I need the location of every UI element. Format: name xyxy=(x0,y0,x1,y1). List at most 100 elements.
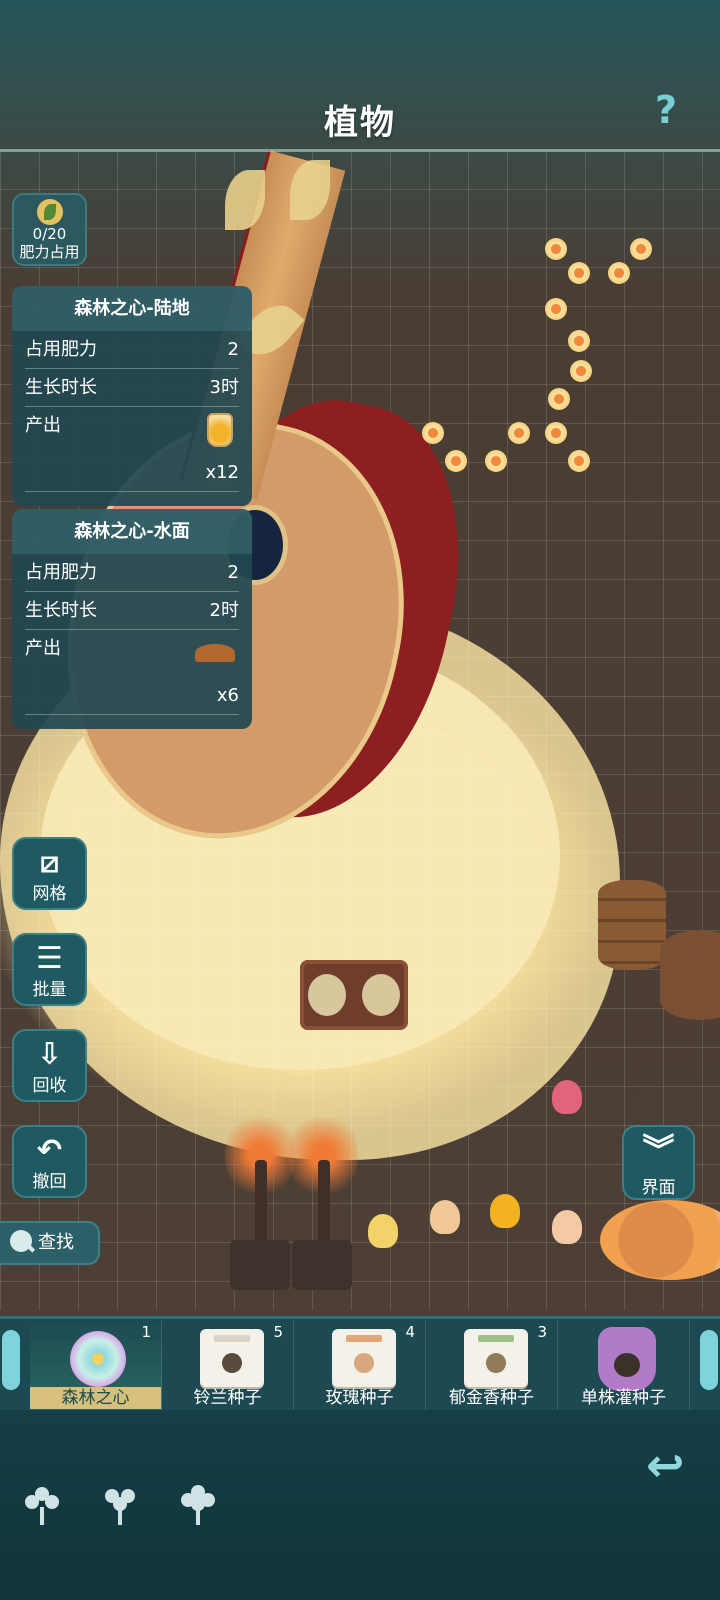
planted-flower[interactable] xyxy=(445,450,467,472)
item-tray[interactable]: 1 森林之心 5 铃兰种子 4 玫瑰种子 3 郁金香种子 单株灌种子 xyxy=(0,1316,720,1413)
honey-jar-icon xyxy=(207,413,233,447)
recycle-button[interactable]: ⇩ 回收 xyxy=(12,1029,87,1102)
item-name: 森林之心 xyxy=(30,1387,161,1409)
table-decoration[interactable] xyxy=(660,930,720,1020)
undo-label: 撤回 xyxy=(32,1172,67,1192)
radio-decoration[interactable] xyxy=(300,960,408,1030)
planted-flower[interactable] xyxy=(552,1210,582,1244)
planted-flower[interactable] xyxy=(545,422,567,444)
crop-icon[interactable] xyxy=(178,1485,218,1525)
recycle-label: 回收 xyxy=(32,1076,67,1096)
tray-item[interactable]: 1 森林之心 xyxy=(30,1319,162,1413)
grid-toggle-icon: ⧄ xyxy=(39,845,60,880)
planted-flower[interactable] xyxy=(422,422,444,444)
output-label: 产出 xyxy=(25,415,61,436)
fertilizer-value: 0/20 xyxy=(32,225,67,243)
row-label: 生长时长 xyxy=(25,377,97,398)
soil-plot xyxy=(230,1240,290,1290)
grid-button[interactable]: ⧄ 网格 xyxy=(12,837,87,910)
soil-plot xyxy=(292,1240,352,1290)
page-title: 植物 xyxy=(324,103,396,143)
batch-button[interactable]: ☰ 批量 xyxy=(12,933,87,1006)
card-output: 产出 x6 xyxy=(25,630,239,715)
planted-flower[interactable] xyxy=(545,238,567,260)
grid-label: 网格 xyxy=(32,884,67,904)
item-name: 铃兰种子 xyxy=(193,1388,262,1408)
info-card-water: 森林之心-水面 占用肥力 2 生长时长 2时 产出 x6 xyxy=(12,509,252,729)
undo-arrow-icon: ↶ xyxy=(36,1133,63,1168)
item-count: 5 xyxy=(273,1323,283,1341)
card-row: 占用肥力 2 xyxy=(25,554,239,592)
plant-icon[interactable] xyxy=(100,1485,140,1525)
item-name: 郁金香种子 xyxy=(449,1388,534,1408)
output-label: 产出 xyxy=(25,638,61,659)
planted-flower[interactable] xyxy=(368,1214,398,1248)
soil-mound-icon xyxy=(195,644,235,662)
search-icon xyxy=(10,1230,32,1252)
planted-flower[interactable] xyxy=(485,450,507,472)
planted-flower[interactable] xyxy=(570,360,592,382)
planted-flower[interactable] xyxy=(568,262,590,284)
card-output: 产出 x12 xyxy=(25,407,239,492)
item-name: 单株灌种子 xyxy=(581,1388,666,1408)
tray-item[interactable]: 4 玫瑰种子 xyxy=(294,1319,426,1413)
row-label: 生长时长 xyxy=(25,600,97,621)
seed-packet-icon xyxy=(332,1329,396,1387)
row-value: 2 xyxy=(227,562,239,583)
seed-bag-icon xyxy=(598,1327,656,1391)
scroll-right-arrow-icon[interactable] xyxy=(700,1330,718,1390)
planted-flower[interactable] xyxy=(568,450,590,472)
interface-button[interactable]: ︾ 界面 xyxy=(622,1125,695,1200)
info-card-land: 森林之心-陆地 占用肥力 2 生长时长 3时 产出 x12 xyxy=(12,286,252,506)
row-value: 2 xyxy=(227,339,239,360)
item-name: 玫瑰种子 xyxy=(325,1388,394,1408)
item-count: 4 xyxy=(405,1323,415,1341)
interface-label: 界面 xyxy=(641,1178,676,1198)
item-count: 3 xyxy=(537,1323,547,1341)
tray-item[interactable]: 5 铃兰种子 xyxy=(162,1319,294,1413)
forest-heart-flower-icon xyxy=(70,1331,126,1387)
planted-flower[interactable] xyxy=(430,1200,460,1234)
output-count: x12 xyxy=(205,462,239,483)
planted-flower[interactable] xyxy=(548,388,570,410)
tray-item[interactable]: 单株灌种子 xyxy=(558,1319,690,1413)
planted-flower[interactable] xyxy=(545,298,567,320)
batch-label: 批量 xyxy=(32,980,67,1000)
card-row: 生长时长 3时 xyxy=(25,369,239,407)
list-icon: ☰ xyxy=(36,941,63,976)
flower-icon[interactable] xyxy=(22,1485,62,1525)
planted-flower[interactable] xyxy=(630,238,652,260)
back-arrow-icon[interactable]: ↩ xyxy=(646,1440,696,1490)
card-title: 森林之心-水面 xyxy=(12,509,252,554)
radio-speaker xyxy=(308,974,346,1016)
fertilizer-leaf-icon xyxy=(36,199,63,225)
item-count: 1 xyxy=(141,1323,151,1341)
tulip-plant[interactable] xyxy=(490,1194,520,1228)
card-row: 生长时长 2时 xyxy=(25,592,239,630)
tray-item[interactable]: 3 郁金香种子 xyxy=(426,1319,558,1413)
find-label: 查找 xyxy=(38,1232,74,1253)
fertilizer-label: 肥力占用 xyxy=(19,243,80,261)
row-value: 2时 xyxy=(209,600,239,621)
card-title: 森林之心-陆地 xyxy=(12,286,252,331)
double-chevron-down-icon: ︾ xyxy=(642,1131,675,1169)
planted-flower[interactable] xyxy=(568,330,590,352)
fertilizer-usage[interactable]: 0/20 肥力占用 xyxy=(12,193,87,266)
barrel-decoration[interactable] xyxy=(598,880,666,970)
help-icon[interactable]: ? xyxy=(655,88,677,132)
row-label: 占用肥力 xyxy=(25,339,97,360)
planted-flower[interactable] xyxy=(608,262,630,284)
seed-packet-icon xyxy=(464,1329,528,1387)
radio-speaker xyxy=(362,974,400,1016)
row-label: 占用肥力 xyxy=(25,562,97,583)
seed-packet-icon xyxy=(200,1329,264,1387)
scroll-left-arrow-icon[interactable] xyxy=(2,1330,20,1390)
title-bar: 植物 ? xyxy=(0,0,720,152)
row-value: 3时 xyxy=(209,377,239,398)
find-button[interactable]: 查找 xyxy=(0,1221,100,1265)
rose-plant[interactable] xyxy=(552,1080,582,1114)
recycle-tray-icon: ⇩ xyxy=(36,1037,63,1072)
planted-flower[interactable] xyxy=(508,422,530,444)
card-row: 占用肥力 2 xyxy=(25,331,239,369)
undo-button[interactable]: ↶ 撤回 xyxy=(12,1125,87,1198)
